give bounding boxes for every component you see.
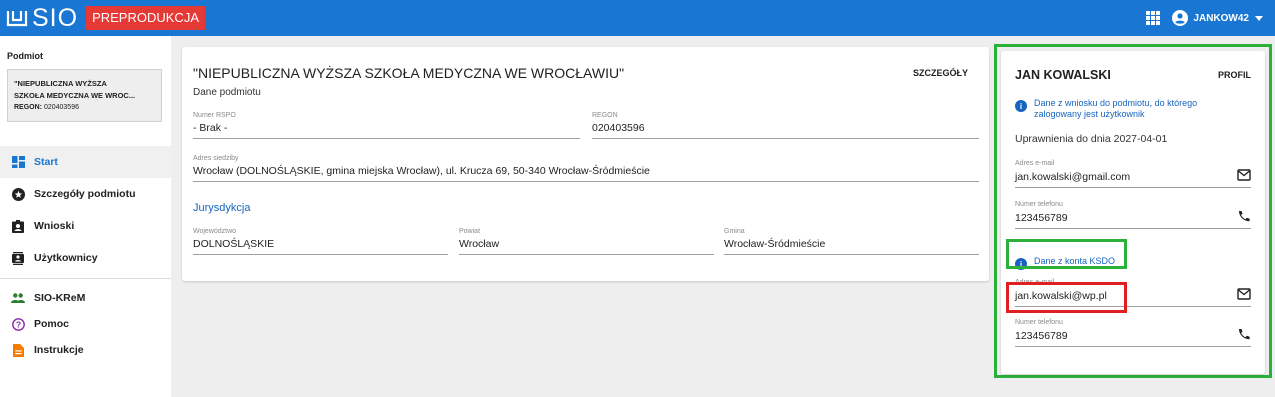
sidebar-nav: Start Szczegóły podmiotu Wnioski Użytkow…	[0, 146, 171, 363]
voivodeship-value: DOLNOŚLĄSKIE	[193, 238, 448, 255]
sidebar-item-sio-krem[interactable]: SIO-KReM	[0, 285, 171, 311]
people-icon	[11, 291, 25, 305]
logo-icon	[6, 11, 28, 27]
entity-card[interactable]: "NIEPUBLICZNA WYŻSZA SZKOŁA MEDYCZNA WE …	[7, 69, 162, 122]
info-text-line2: zalogowany jest użytkownik	[1034, 109, 1145, 119]
address-label: Adres siedziby	[193, 155, 239, 162]
logo-text: SIO	[32, 3, 79, 32]
regon-value: 020403596	[592, 122, 979, 139]
address-value: Wrocław (DOLNOŚLĄSKIE, gmina miejska Wro…	[193, 165, 979, 182]
profile-highlight-frame: JAN KOWALSKI PROFIL i Dane z wniosku do …	[994, 44, 1272, 378]
details-button[interactable]: SZCZEGÓŁY	[913, 68, 968, 78]
rspo-label: Numer RSPO	[193, 112, 236, 119]
email-label: Adres e-mail	[1015, 160, 1055, 167]
username: JANKOW42	[1193, 12, 1249, 24]
entity-name-line2: SZKOŁA MEDYCZNA WE WROC...	[14, 91, 136, 100]
application-data-info: i Dane z wniosku do podmiotu, do którego…	[1015, 98, 1197, 120]
voivodeship-label: Województwo	[193, 228, 237, 235]
sidebar-item-label: Użytkownicy	[34, 252, 98, 264]
info-icon: i	[1015, 100, 1027, 112]
document-icon	[11, 343, 25, 357]
permissions-expiry: Uprawnienia do dnia 2027-04-01	[1015, 133, 1168, 145]
entity-regon-label: REGON:	[14, 104, 42, 111]
entity-subtitle: Dane podmiotu	[193, 87, 261, 98]
phone-icon[interactable]	[1237, 210, 1251, 222]
sidebar-divider	[0, 278, 171, 279]
contacts-icon	[11, 251, 25, 265]
entity-data-card: "NIEPUBLICZNA WYŻSZA SZKOŁA MEDYCZNA WE …	[182, 47, 989, 281]
sidebar-item-applications[interactable]: Wnioski	[0, 210, 171, 242]
ksdo-highlight-frame	[1006, 239, 1127, 269]
account-circle-icon	[1172, 10, 1189, 26]
entity-regon: REGON: 020403596	[14, 104, 155, 111]
sidebar-item-label: Wnioski	[34, 220, 75, 232]
svg-text:?: ?	[15, 319, 20, 329]
entity-title: "NIEPUBLICZNA WYŻSZA SZKOŁA MEDYCZNA WE …	[193, 65, 625, 81]
address-field: Adres siedziby Wrocław (DOLNOŚLĄSKIE, gm…	[193, 155, 979, 182]
regon-field: REGON 020403596	[592, 112, 979, 139]
sidebar-item-label: Pomoc	[34, 318, 70, 330]
apps-grid-icon[interactable]	[1146, 11, 1161, 25]
app-logo[interactable]: SIO	[6, 4, 78, 33]
phone-label: Numer telefonu	[1015, 201, 1063, 208]
email-field: Adres e-mail jan.kowalski@gmail.com	[1015, 160, 1251, 188]
sidebar: Podmiot "NIEPUBLICZNA WYŻSZA SZKOŁA MEDY…	[0, 36, 171, 397]
county-field: Powiat Wrocław	[459, 228, 714, 255]
mail-icon[interactable]	[1237, 288, 1251, 300]
rspo-field: Numer RSPO - Brak -	[193, 112, 580, 139]
user-menu-button[interactable]: JANKOW42	[1172, 10, 1263, 26]
dashboard-icon	[11, 155, 25, 169]
user-profile-card: JAN KOWALSKI PROFIL i Dane z wniosku do …	[1001, 51, 1265, 374]
user-full-name: JAN KOWALSKI	[1015, 68, 1111, 82]
environment-badge: PREPRODUKCJA	[86, 6, 205, 30]
entity-name-line1: "NIEPUBLICZNA WYŻSZA	[14, 79, 107, 88]
sidebar-item-label: SIO-KReM	[34, 292, 86, 304]
star-circle-icon	[11, 187, 25, 201]
ksdo-phone-field: Numer telefonu 123456789	[1015, 319, 1251, 347]
mail-icon[interactable]	[1237, 169, 1251, 181]
profile-button[interactable]: PROFIL	[1218, 70, 1251, 80]
commune-field: Gmina Wrocław-Śródmieście	[724, 228, 979, 255]
help-circle-icon: ?	[11, 317, 25, 331]
county-label: Powiat	[459, 228, 481, 235]
email-highlight-frame	[1006, 282, 1127, 313]
phone-field: Numer telefonu 123456789	[1015, 201, 1251, 229]
regon-label: REGON	[592, 112, 618, 119]
sidebar-item-label: Instrukcje	[34, 344, 84, 356]
phone-label: Numer telefonu	[1015, 319, 1063, 326]
sidebar-item-label: Start	[34, 156, 58, 168]
sidebar-item-instructions[interactable]: Instrukcje	[0, 337, 171, 363]
rspo-value: - Brak -	[193, 122, 580, 139]
email-value: jan.kowalski@gmail.com	[1015, 171, 1251, 188]
chevron-down-icon	[1255, 15, 1263, 21]
voivodeship-field: Województwo DOLNOŚLĄSKIE	[193, 228, 448, 255]
sidebar-title: Podmiot	[7, 51, 43, 61]
county-value: Wrocław	[459, 238, 714, 255]
clipboard-account-icon	[11, 219, 25, 233]
phone-value: 123456789	[1015, 330, 1251, 347]
sidebar-item-help[interactable]: ? Pomoc	[0, 311, 171, 337]
jurisdiction-title: Jurysdykcja	[193, 202, 251, 214]
sidebar-item-start[interactable]: Start	[0, 146, 171, 178]
info-text-line1: Dane z wniosku do podmiotu, do którego	[1034, 98, 1198, 108]
commune-label: Gmina	[724, 228, 745, 235]
phone-icon[interactable]	[1237, 328, 1251, 340]
entity-regon-value: 020403596	[43, 104, 79, 111]
sidebar-item-entity-details[interactable]: Szczegóły podmiotu	[0, 178, 171, 210]
sidebar-item-users[interactable]: Użytkownicy	[0, 242, 171, 274]
top-app-bar: SIO PREPRODUKCJA JANKOW42	[0, 0, 1275, 36]
commune-value: Wrocław-Śródmieście	[724, 238, 979, 255]
sidebar-item-label: Szczegóły podmiotu	[34, 188, 136, 200]
phone-value: 123456789	[1015, 212, 1251, 229]
